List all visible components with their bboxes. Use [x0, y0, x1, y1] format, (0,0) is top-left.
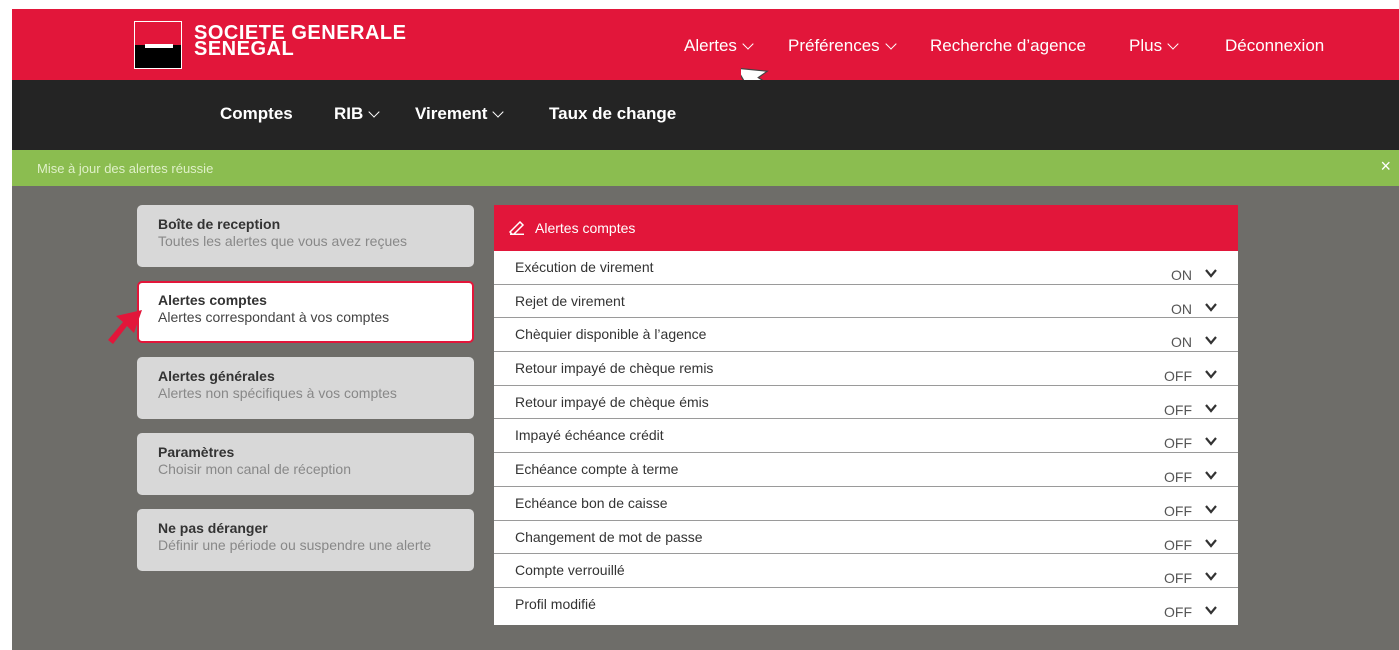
- menu-item-title: Ne pas déranger: [158, 520, 268, 536]
- alert-status[interactable]: OFF: [1164, 604, 1192, 620]
- alert-row[interactable]: Rejet de virement ON: [494, 285, 1238, 319]
- alert-label: Echéance compte à terme: [515, 461, 679, 478]
- nav-plus[interactable]: Plus: [1129, 36, 1179, 56]
- alert-status[interactable]: OFF: [1164, 368, 1192, 384]
- chevron-down-icon[interactable]: [1204, 469, 1218, 481]
- nav-preferences-label: Préférences: [788, 36, 880, 55]
- alert-status[interactable]: OFF: [1164, 402, 1192, 418]
- subnav-rib[interactable]: RIB: [334, 104, 380, 124]
- chevron-down-icon: [492, 106, 505, 118]
- banner-message: Mise à jour des alertes réussie: [37, 161, 214, 176]
- chevron-down-icon: [368, 106, 380, 118]
- chevron-down-icon[interactable]: [1204, 267, 1218, 279]
- alert-status[interactable]: OFF: [1164, 570, 1192, 586]
- top-header: SOCIETE GENERALE SENEGAL Alertes Préfére…: [12, 9, 1399, 80]
- alert-label: Changement de mot de passe: [515, 528, 703, 545]
- nav-preferences[interactable]: Préférences: [788, 36, 897, 56]
- subnav-rib-label: RIB: [334, 104, 364, 123]
- menu-item-desc: Alertes non spécifiques à vos comptes: [158, 385, 397, 401]
- edit-pen-icon: [509, 221, 525, 235]
- alert-row[interactable]: Compte verrouillé OFF: [494, 554, 1238, 588]
- pointer-arrow-icon: [108, 310, 142, 344]
- menu-item-desc: Choisir mon canal de réception: [158, 461, 351, 477]
- menu-boite-reception[interactable]: Boîte de reception Toutes les alertes qu…: [137, 205, 474, 267]
- nav-plus-label: Plus: [1129, 36, 1163, 55]
- secondary-nav: Comptes RIB Virement Taux de change: [12, 80, 1399, 150]
- menu-item-title: Boîte de reception: [158, 216, 281, 232]
- menu-item-title: Alertes comptes: [158, 292, 267, 308]
- chevron-down-icon[interactable]: [1204, 537, 1218, 549]
- alert-label: Chèquier disponible à l’agence: [515, 326, 707, 343]
- menu-alertes-generales[interactable]: Alertes générales Alertes non spécifique…: [137, 357, 474, 419]
- menu-item-title: Alertes générales: [158, 368, 275, 384]
- subnav-taux-label: Taux de change: [549, 104, 677, 123]
- close-icon[interactable]: ×: [1380, 156, 1391, 177]
- alert-status[interactable]: OFF: [1164, 435, 1192, 451]
- alert-label: Impayé échéance crédit: [515, 427, 664, 444]
- subnav-virement-label: Virement: [415, 104, 488, 123]
- chevron-down-icon[interactable]: [1204, 503, 1218, 515]
- alert-label: Profil modifié: [515, 595, 596, 612]
- chevron-down-icon[interactable]: [1204, 402, 1218, 414]
- alert-status[interactable]: OFF: [1164, 537, 1192, 553]
- menu-item-desc: Alertes correspondant à vos comptes: [158, 309, 390, 325]
- alert-status[interactable]: OFF: [1164, 469, 1192, 485]
- panel-header: Alertes comptes: [494, 205, 1238, 251]
- menu-item-title: Paramètres: [158, 444, 235, 460]
- alert-row[interactable]: Retour impayé de chèque émis OFF: [494, 386, 1238, 420]
- alert-row[interactable]: Exécution de virement ON: [494, 251, 1238, 285]
- alert-row[interactable]: Echéance compte à terme OFF: [494, 453, 1238, 487]
- chevron-down-icon[interactable]: [1204, 435, 1218, 447]
- nav-recherche-agence[interactable]: Recherche d’agence: [930, 36, 1086, 56]
- nav-alertes-label: Alertes: [684, 36, 737, 55]
- alert-label: Compte verrouillé: [515, 562, 625, 579]
- alert-label: Rejet de virement: [515, 292, 625, 309]
- chevron-down-icon: [742, 38, 754, 50]
- chevron-down-icon[interactable]: [1204, 334, 1218, 346]
- subnav-virement[interactable]: Virement: [415, 104, 505, 124]
- app-frame: SOCIETE GENERALE SENEGAL Alertes Préfére…: [0, 9, 1399, 650]
- alert-row[interactable]: Impayé échéance crédit OFF: [494, 419, 1238, 454]
- nav-deconnexion-label: Déconnexion: [1225, 36, 1325, 55]
- alert-row[interactable]: Echéance bon de caisse OFF: [494, 487, 1238, 521]
- chevron-down-icon: [1167, 38, 1179, 50]
- chevron-down-icon[interactable]: [1204, 604, 1218, 616]
- chevron-down-icon[interactable]: [1204, 368, 1218, 380]
- chevron-down-icon[interactable]: [1204, 301, 1218, 313]
- subnav-comptes-label: Comptes: [220, 104, 293, 123]
- alert-row[interactable]: Retour impayé de chèque remis OFF: [494, 352, 1238, 386]
- nav-alertes[interactable]: Alertes: [684, 36, 754, 56]
- alert-row[interactable]: Chèquier disponible à l’agence ON: [494, 318, 1238, 353]
- main-content: Boîte de reception Toutes les alertes qu…: [12, 186, 1399, 650]
- menu-alertes-comptes[interactable]: Alertes comptes Alertes correspondant à …: [137, 281, 474, 343]
- alert-status[interactable]: ON: [1171, 334, 1192, 350]
- chevron-down-icon[interactable]: [1204, 570, 1218, 582]
- subnav-taux-change[interactable]: Taux de change: [549, 104, 676, 124]
- subnav-comptes[interactable]: Comptes: [220, 104, 293, 124]
- alert-row[interactable]: Profil modifié OFF: [494, 588, 1238, 622]
- alert-row[interactable]: Changement de mot de passe OFF: [494, 521, 1238, 555]
- menu-item-desc: Définir une période ou suspendre une ale…: [158, 537, 432, 553]
- nav-recherche-label: Recherche d’agence: [930, 36, 1086, 55]
- alert-label: Echéance bon de caisse: [515, 494, 668, 511]
- chevron-down-icon: [885, 38, 897, 50]
- panel-title: Alertes comptes: [535, 220, 636, 236]
- alerts-list: Exécution de virement ON Rejet de vireme…: [494, 251, 1238, 622]
- alert-label: Exécution de virement: [515, 259, 654, 275]
- top-nav: Alertes Préférences Recherche d’agence P…: [12, 36, 1399, 56]
- menu-ne-pas-deranger[interactable]: Ne pas déranger Définir une période ou s…: [137, 509, 474, 571]
- success-banner: Mise à jour des alertes réussie ×: [12, 150, 1399, 186]
- alert-status[interactable]: ON: [1171, 301, 1192, 317]
- alerts-panel: Alertes comptes Exécution de virement ON…: [494, 205, 1238, 625]
- menu-parametres[interactable]: Paramètres Choisir mon canal de réceptio…: [137, 433, 474, 495]
- alert-label: Retour impayé de chèque remis: [515, 360, 714, 377]
- alert-label: Retour impayé de chèque émis: [515, 393, 709, 410]
- menu-item-desc: Toutes les alertes que vous avez reçues: [158, 233, 408, 249]
- nav-deconnexion[interactable]: Déconnexion: [1225, 36, 1324, 56]
- alert-status[interactable]: ON: [1171, 267, 1192, 283]
- alert-status[interactable]: OFF: [1164, 503, 1192, 519]
